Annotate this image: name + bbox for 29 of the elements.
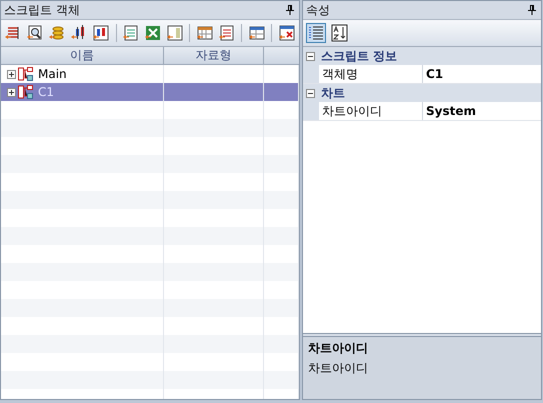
description-text: 차트아이디 xyxy=(308,360,369,377)
property-name: 객체명 xyxy=(319,65,423,83)
hierarchy-icon xyxy=(18,85,34,99)
collapse-icon[interactable] xyxy=(306,88,315,98)
description-title: 차트아이디 xyxy=(308,340,369,357)
tree-item-label: Main xyxy=(37,67,68,81)
collapse-icon[interactable] xyxy=(306,52,315,60)
property-row[interactable]: 차트아이디 System xyxy=(303,102,541,121)
property-name: 차트아이디 xyxy=(319,102,423,120)
categorized-view-button[interactable] xyxy=(306,23,326,43)
tree-item-label: C1 xyxy=(37,85,56,99)
pin-icon[interactable] xyxy=(528,5,536,15)
window-close-button[interactable] xyxy=(277,23,296,43)
column-header[interactable]: 자료형 xyxy=(164,47,264,64)
alphabetical-view-button[interactable] xyxy=(329,23,349,43)
document-list-button[interactable] xyxy=(217,23,236,43)
column-header[interactable]: 이름 xyxy=(1,47,164,64)
property-value[interactable]: System xyxy=(423,102,541,120)
category-label: 차트 xyxy=(321,84,345,102)
panel-title: 속성 xyxy=(306,2,330,18)
panel-button[interactable] xyxy=(166,23,184,43)
panel-title: 스크립트 객체 xyxy=(4,2,80,18)
hierarchy-icon xyxy=(18,67,34,81)
excel-button[interactable] xyxy=(144,23,163,43)
property-row[interactable]: 객체명 C1 xyxy=(303,65,541,84)
category-label: 스크립트 정보 xyxy=(321,48,398,64)
candlestick-frame-button[interactable] xyxy=(92,23,111,43)
property-value[interactable]: C1 xyxy=(423,65,541,83)
pin-icon[interactable] xyxy=(286,5,294,15)
